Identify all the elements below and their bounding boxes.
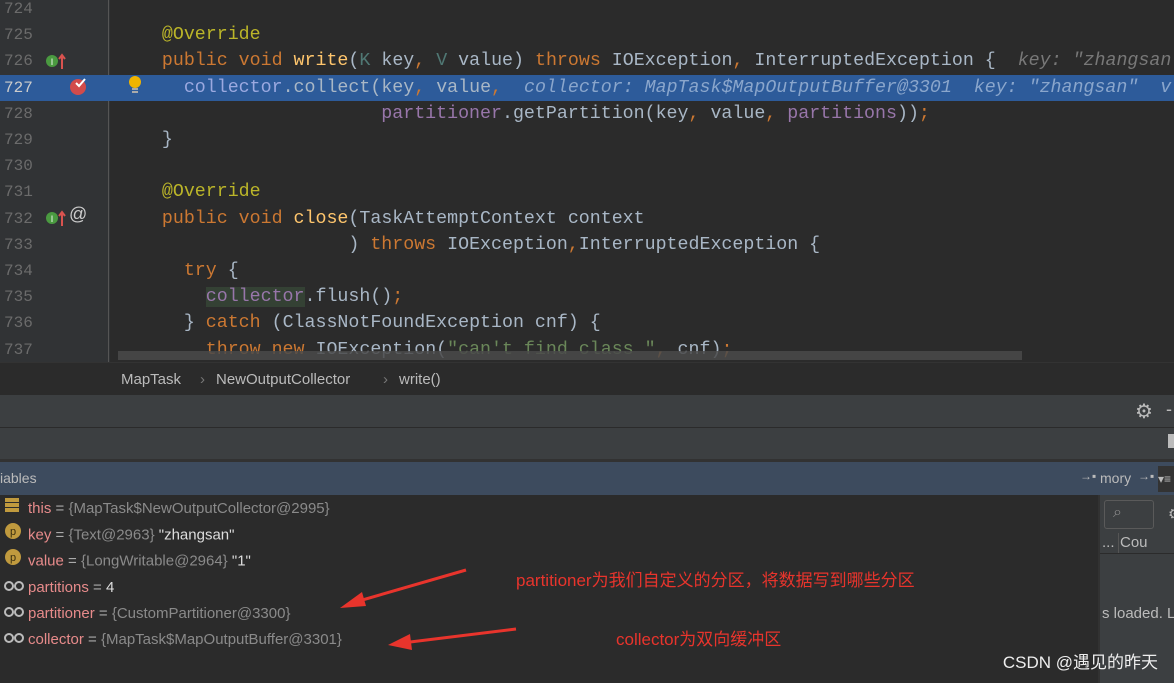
- arrow-head: [388, 634, 412, 650]
- annotation-partitioner: partitioner为我们自定义的分区，将数据写到哪些分区: [516, 571, 915, 590]
- arrow-head: [340, 592, 366, 608]
- arrow-to-partitioner: [351, 568, 467, 605]
- watermark: CSDN @遇见的昨天: [1002, 653, 1158, 672]
- arrow-to-collector: [401, 627, 517, 645]
- annotation-collector: collector为双向缓冲区: [616, 630, 782, 649]
